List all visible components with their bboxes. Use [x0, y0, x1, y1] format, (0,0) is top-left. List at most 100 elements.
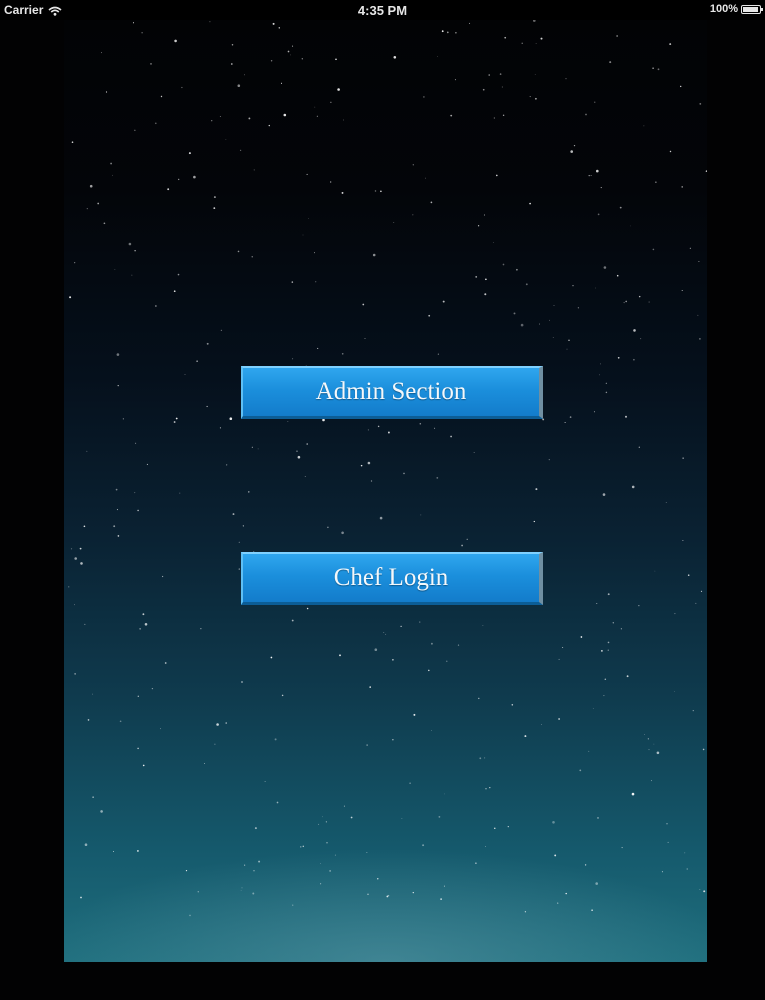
- star: [513, 312, 516, 315]
- star: [623, 302, 625, 304]
- star: [661, 871, 663, 873]
- star: [631, 792, 635, 796]
- star: [454, 79, 456, 81]
- star: [650, 780, 652, 782]
- star: [493, 117, 495, 119]
- star: [315, 281, 317, 283]
- star: [68, 586, 70, 588]
- star: [535, 43, 537, 45]
- star: [137, 747, 139, 750]
- battery-cap: [761, 7, 763, 11]
- star: [585, 113, 587, 116]
- star: [580, 636, 583, 638]
- star: [630, 225, 631, 227]
- star: [507, 825, 509, 828]
- star: [403, 472, 405, 475]
- star: [392, 739, 394, 741]
- star: [237, 84, 241, 87]
- star: [178, 178, 180, 181]
- star: [446, 660, 448, 662]
- star: [301, 58, 303, 60]
- chef-login-button[interactable]: Chef Login: [241, 552, 543, 605]
- star: [380, 190, 382, 193]
- star: [134, 250, 136, 252]
- star: [364, 338, 366, 339]
- star: [401, 818, 403, 819]
- admin-section-button[interactable]: Admin Section: [241, 366, 543, 419]
- star: [703, 890, 706, 893]
- star: [600, 363, 601, 365]
- status-bar: Carrier 4:35 PM 100%: [0, 0, 765, 20]
- star: [343, 119, 344, 121]
- star: [105, 91, 108, 93]
- star: [189, 914, 191, 917]
- star: [475, 276, 478, 278]
- star: [270, 656, 273, 659]
- star: [241, 887, 243, 889]
- star: [206, 405, 208, 408]
- star: [155, 305, 157, 307]
- star: [101, 52, 102, 54]
- star: [374, 190, 377, 192]
- star: [534, 74, 536, 75]
- star: [392, 658, 394, 661]
- star: [306, 173, 308, 175]
- star: [431, 730, 433, 731]
- star: [291, 619, 294, 622]
- star: [516, 268, 518, 271]
- star: [83, 525, 86, 528]
- star: [674, 691, 676, 692]
- star: [117, 384, 119, 387]
- star: [428, 669, 430, 672]
- star: [554, 854, 557, 857]
- star: [473, 452, 475, 453]
- star: [638, 605, 640, 607]
- star: [341, 191, 344, 194]
- star: [248, 491, 250, 493]
- star: [244, 74, 246, 76]
- star: [341, 352, 344, 355]
- star: [597, 817, 599, 819]
- star: [185, 870, 188, 872]
- star: [258, 860, 261, 863]
- star: [419, 621, 421, 623]
- star: [225, 722, 227, 724]
- star: [325, 821, 327, 823]
- star: [144, 623, 148, 626]
- star: [653, 743, 655, 745]
- star: [226, 464, 228, 466]
- star: [74, 673, 76, 675]
- star: [594, 101, 596, 103]
- star: [360, 464, 363, 467]
- star: [529, 202, 531, 205]
- star: [681, 289, 683, 292]
- star: [631, 485, 635, 489]
- star: [588, 174, 590, 177]
- star: [74, 604, 75, 606]
- star: [213, 207, 216, 210]
- star: [669, 43, 672, 46]
- star: [621, 847, 623, 849]
- star: [253, 870, 255, 872]
- star: [540, 37, 543, 40]
- star: [238, 568, 240, 570]
- star: [128, 242, 132, 246]
- star: [652, 67, 654, 69]
- star: [281, 694, 284, 697]
- star: [479, 757, 482, 760]
- star: [206, 342, 209, 345]
- star: [504, 36, 507, 39]
- star: [103, 222, 106, 225]
- star: [393, 56, 397, 59]
- star: [287, 50, 290, 53]
- star: [423, 96, 425, 98]
- star: [521, 42, 523, 44]
- star: [84, 623, 86, 625]
- star: [283, 113, 287, 117]
- star: [602, 493, 606, 496]
- star: [665, 502, 667, 503]
- star: [219, 116, 221, 117]
- star: [655, 181, 657, 183]
- star: [70, 548, 73, 550]
- star: [616, 274, 619, 277]
